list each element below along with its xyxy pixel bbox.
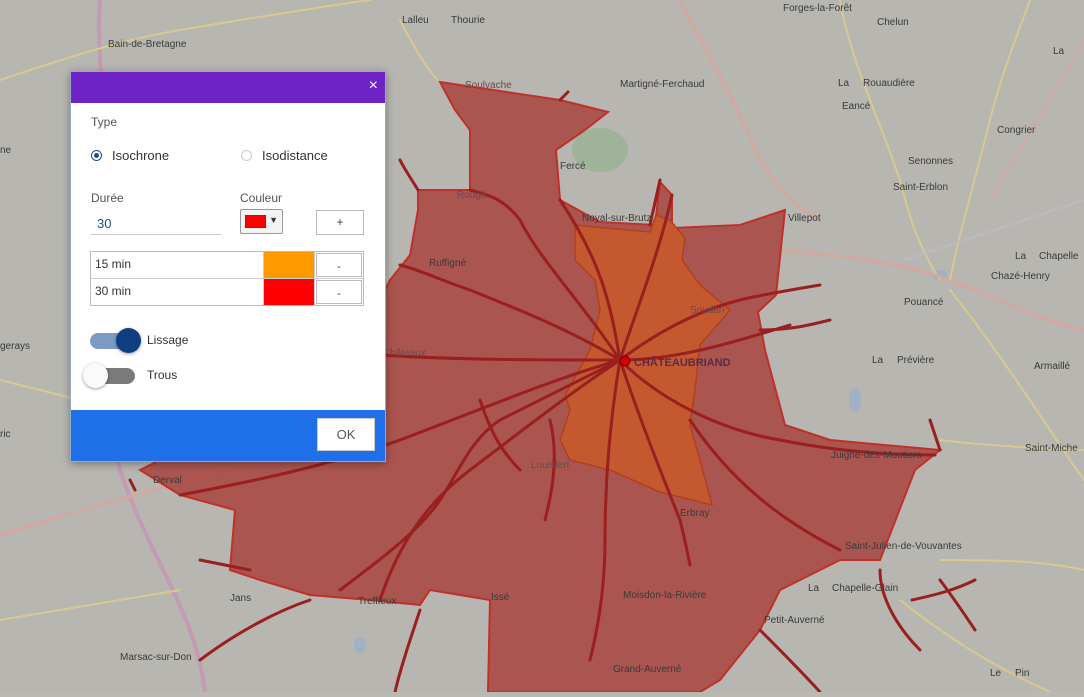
map-label: Saint-Miche (1025, 443, 1078, 454)
map-label: Prévière (897, 355, 935, 366)
map-label: Soulvache (465, 80, 512, 91)
map-label: Pin (1015, 668, 1030, 679)
map-label: Saint-Erblon (893, 182, 949, 193)
map-label: La (808, 583, 820, 594)
interval-color-swatch[interactable] (264, 279, 315, 305)
map-label: Jans (230, 593, 252, 604)
color-picker[interactable]: ▼ (240, 209, 283, 234)
radio-isodistance[interactable]: Isodistance (241, 148, 328, 163)
radio-isochrone[interactable]: Isochrone (91, 148, 169, 163)
map-label: La (872, 355, 884, 366)
map-label: Erbray (680, 508, 710, 519)
map-label: Chapelle-Glain (832, 583, 899, 594)
map-label: Eancé (842, 101, 871, 112)
map-label: Juigné-des-Moutiers (831, 450, 922, 461)
city-label-chateaubriand: CHÂTEAUBRIAND (634, 357, 731, 369)
trous-toggle[interactable] (83, 363, 135, 388)
radio-selected-icon (91, 150, 102, 161)
map-label: Pouancé (904, 297, 944, 308)
map-label: La (1015, 251, 1027, 262)
map-label: Moisdon-la-Rivière (623, 590, 707, 601)
map-label: Soudan (690, 305, 725, 316)
interval-row: 15 min - (91, 252, 363, 279)
radio-isochrone-label: Isochrone (112, 148, 170, 163)
toggle-knob (116, 328, 141, 353)
map-label: Armaillé (1034, 361, 1071, 372)
map-label: Martigné-Ferchaud (620, 79, 705, 90)
map-label: Petit-Auverné (764, 615, 825, 626)
map-label: Chelun (877, 17, 909, 28)
map-label: Chazé-Henry (991, 271, 1050, 282)
lissage-toggle[interactable] (90, 328, 142, 353)
interval-color-swatch[interactable] (264, 252, 315, 278)
map-label: Derval (153, 475, 182, 486)
type-label: Type (91, 115, 118, 129)
map-label: gerays (0, 341, 31, 352)
close-icon[interactable]: × (369, 77, 378, 95)
ok-button[interactable]: OK (317, 418, 375, 451)
map-label: Forges-la-Forêt (783, 3, 852, 14)
map-label: Noyal-sur-Brutz (582, 213, 652, 224)
location-marker[interactable] (619, 355, 631, 367)
remove-interval-button[interactable]: - (316, 253, 362, 277)
remove-interval-button[interactable]: - (316, 280, 362, 304)
interval-list: 15 min - 30 min - (90, 251, 364, 306)
map-label: Issé (491, 592, 510, 603)
radio-isodistance-label: Isodistance (262, 148, 328, 163)
interval-row: 30 min - (91, 279, 363, 305)
lissage-label: Lissage (147, 333, 189, 347)
map-label: Saint-Julien-de-Vouvantes (845, 541, 962, 552)
map-label: Le (990, 668, 1002, 679)
duration-input[interactable] (91, 212, 221, 235)
map-label: Treffieux (358, 596, 397, 607)
map-label: Rouaudière (863, 78, 915, 89)
interval-value[interactable]: 30 min (91, 279, 264, 305)
radio-unselected-icon (241, 150, 252, 161)
map-label: Lalleu (402, 15, 429, 26)
duration-label: Durée (91, 191, 124, 205)
map-label: Chapelle (1039, 251, 1079, 262)
map-label: Grand-Auverné (613, 664, 682, 675)
map-label: Villepot (788, 213, 821, 224)
dialog-footer: OK (71, 410, 385, 461)
map-label: Bain-de-Bretagne (108, 39, 187, 50)
map-label: La (838, 78, 850, 89)
color-swatch (245, 215, 266, 228)
map-label: Senonnes (908, 156, 954, 167)
toggle-knob (83, 363, 108, 388)
lake (354, 637, 366, 653)
map-label: Louisfert (531, 460, 570, 471)
map-label: Châteaux (383, 348, 426, 359)
interval-value[interactable]: 15 min (91, 252, 264, 278)
lake (849, 388, 861, 412)
trous-label: Trous (147, 368, 178, 382)
isochrone-dialog: × Type Isochrone Isodistance Durée Coule… (70, 71, 386, 462)
map-label: Congrier (997, 125, 1036, 136)
add-interval-button[interactable]: + (316, 210, 364, 235)
dropdown-arrow-icon: ▼ (269, 215, 278, 225)
map-label: La (1053, 46, 1065, 57)
map-label: Thourie (451, 15, 485, 26)
map-label: Rougé (457, 190, 487, 201)
map-label: ne (0, 145, 12, 156)
dialog-header: × (71, 72, 385, 103)
map-label: ric (0, 429, 11, 440)
map-label: Ruffigné (429, 258, 467, 269)
map-label: Marsac-sur-Don (120, 652, 192, 663)
color-label: Couleur (240, 191, 283, 205)
map-label: Fercé (560, 161, 586, 172)
